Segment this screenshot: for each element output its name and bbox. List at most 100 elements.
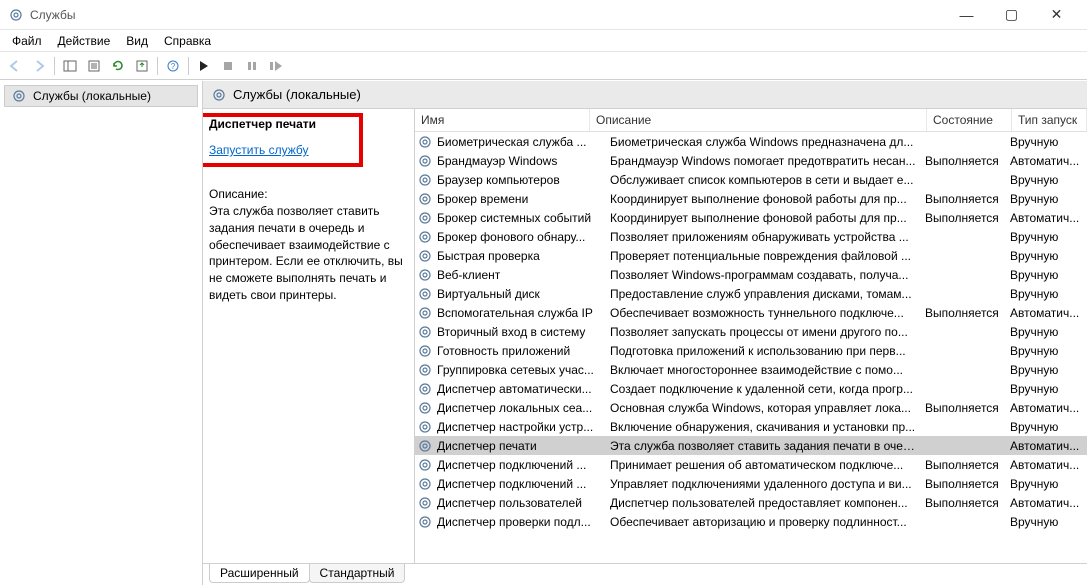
maximize-button[interactable]: ▢	[989, 0, 1034, 30]
service-row[interactable]: Готовность приложенийПодготовка приложен…	[415, 341, 1087, 360]
service-row[interactable]: Веб-клиентПозволяет Windows-программам с…	[415, 265, 1087, 284]
service-name: Вспомогательная служба IP	[437, 306, 610, 320]
pause-service-button[interactable]	[241, 55, 263, 77]
service-row[interactable]: Браузер компьютеровОбслуживает список ко…	[415, 170, 1087, 189]
list-rows[interactable]: Биометрическая служба ...Биометрическая …	[415, 132, 1087, 563]
service-row[interactable]: Брокер фонового обнару...Позволяет прило…	[415, 227, 1087, 246]
column-header-name[interactable]: Имя	[415, 109, 590, 131]
start-service-button[interactable]	[193, 55, 215, 77]
gear-icon	[417, 229, 433, 245]
tree-root-item[interactable]: Службы (локальные)	[4, 85, 198, 107]
service-row[interactable]: Брандмауэр WindowsБрандмауэр Windows пом…	[415, 151, 1087, 170]
column-header-type[interactable]: Тип запуск	[1012, 109, 1087, 131]
properties-button[interactable]	[83, 55, 105, 77]
service-name: Виртуальный диск	[437, 287, 610, 301]
back-button[interactable]	[4, 55, 26, 77]
service-name: Брокер времени	[437, 192, 610, 206]
detail-pane: Диспетчер печати Запустить службу Описан…	[203, 109, 415, 563]
service-description: Подготовка приложений к использованию пр…	[610, 344, 925, 358]
menu-file[interactable]: Файл	[4, 32, 50, 50]
list-header: Имя Описание Состояние Тип запуск	[415, 109, 1087, 132]
svg-text:?: ?	[171, 62, 176, 71]
gear-icon	[417, 324, 433, 340]
service-description: Обеспечивает возможность туннельного под…	[610, 306, 925, 320]
gear-icon	[417, 419, 433, 435]
service-name: Быстрая проверка	[437, 249, 610, 263]
service-name: Биометрическая служба ...	[437, 135, 610, 149]
service-name: Веб-клиент	[437, 268, 610, 282]
tree-pane: Службы (локальные)	[0, 81, 203, 585]
gear-icon	[417, 210, 433, 226]
service-type: Автоматич...	[1010, 306, 1085, 320]
service-description: Позволяет приложениям обнаруживать устро…	[610, 230, 925, 244]
service-row[interactable]: Виртуальный дискПредоставление служб упр…	[415, 284, 1087, 303]
service-row[interactable]: Диспетчер автоматически...Создает подклю…	[415, 379, 1087, 398]
gear-icon	[417, 172, 433, 188]
service-row[interactable]: Диспетчер подключений ...Управляет подкл…	[415, 474, 1087, 493]
service-name: Диспетчер печати	[437, 439, 610, 453]
help-button[interactable]: ?	[162, 55, 184, 77]
forward-button[interactable]	[28, 55, 50, 77]
service-state: Выполняется	[925, 401, 1010, 415]
gear-icon	[417, 514, 433, 530]
export-button[interactable]	[131, 55, 153, 77]
service-row[interactable]: Диспетчер пользователейДиспетчер пользов…	[415, 493, 1087, 512]
show-hide-tree-button[interactable]	[59, 55, 81, 77]
menubar: Файл Действие Вид Справка	[0, 30, 1087, 52]
content-pane: Службы (локальные) Диспетчер печати Запу…	[203, 81, 1087, 585]
stop-service-button[interactable]	[217, 55, 239, 77]
service-row[interactable]: Брокер системных событийКоординирует вып…	[415, 208, 1087, 227]
main-split: Службы (локальные) Службы (локальные) Ди…	[0, 80, 1087, 585]
gear-icon	[417, 286, 433, 302]
column-header-state[interactable]: Состояние	[927, 109, 1012, 131]
restart-service-button[interactable]	[265, 55, 287, 77]
service-name: Готовность приложений	[437, 344, 610, 358]
column-header-description[interactable]: Описание	[590, 109, 927, 131]
service-description: Создает подключение к удаленной сети, ко…	[610, 382, 925, 396]
service-type: Вручную	[1010, 192, 1085, 206]
minimize-button[interactable]: —	[944, 0, 989, 30]
tab-extended[interactable]: Расширенный	[209, 564, 310, 583]
toolbar-separator	[54, 57, 55, 75]
service-row[interactable]: Диспетчер настройки устр...Включение обн…	[415, 417, 1087, 436]
start-service-link[interactable]: Запустить службу	[209, 143, 308, 157]
toolbar: ?	[0, 52, 1087, 80]
service-state: Выполняется	[925, 477, 1010, 491]
menu-help[interactable]: Справка	[156, 32, 219, 50]
service-row[interactable]: Вспомогательная служба IPОбеспечивает во…	[415, 303, 1087, 322]
service-row[interactable]: Биометрическая служба ...Биометрическая …	[415, 132, 1087, 151]
service-row[interactable]: Быстрая проверкаПроверяет потенциальные …	[415, 246, 1087, 265]
service-name: Брокер системных событий	[437, 211, 610, 225]
service-name: Диспетчер подключений ...	[437, 458, 610, 472]
refresh-button[interactable]	[107, 55, 129, 77]
service-type: Автоматич...	[1010, 458, 1085, 472]
service-row[interactable]: Группировка сетевых учас...Включает мног…	[415, 360, 1087, 379]
close-button[interactable]: ✕	[1034, 0, 1079, 30]
description-label: Описание:	[209, 187, 408, 201]
service-description: Брандмауэр Windows помогает предотвратит…	[610, 154, 925, 168]
service-description: Обслуживает список компьютеров в сети и …	[610, 173, 925, 187]
service-description: Предоставление служб управления дисками,…	[610, 287, 925, 301]
service-description: Включение обнаружения, скачивания и уста…	[610, 420, 925, 434]
service-row[interactable]: Диспетчер проверки подл...Обеспечивает а…	[415, 512, 1087, 531]
app-gear-icon	[8, 7, 24, 23]
tab-standard[interactable]: Стандартный	[309, 564, 406, 583]
selected-service-title: Диспетчер печати	[209, 117, 408, 131]
service-row[interactable]: Вторичный вход в системуПозволяет запуск…	[415, 322, 1087, 341]
service-type: Автоматич...	[1010, 154, 1085, 168]
service-type: Автоматич...	[1010, 439, 1085, 453]
service-row[interactable]: Брокер времениКоординирует выполнение фо…	[415, 189, 1087, 208]
gear-icon	[417, 438, 433, 454]
services-icon	[11, 88, 27, 104]
menu-view[interactable]: Вид	[118, 32, 156, 50]
service-row[interactable]: Диспетчер печатиЭта служба позволяет ста…	[415, 436, 1087, 455]
menu-action[interactable]: Действие	[50, 32, 119, 50]
service-description: Проверяет потенциальные повреждения файл…	[610, 249, 925, 263]
service-description: Включает многостороннее взаимодействие с…	[610, 363, 925, 377]
service-row[interactable]: Диспетчер локальных сеа...Основная служб…	[415, 398, 1087, 417]
service-type: Вручную	[1010, 325, 1085, 339]
service-state: Выполняется	[925, 458, 1010, 472]
service-description: Позволяет запускать процессы от имени др…	[610, 325, 925, 339]
service-row[interactable]: Диспетчер подключений ...Принимает решен…	[415, 455, 1087, 474]
service-description: Принимает решения об автоматическом подк…	[610, 458, 925, 472]
